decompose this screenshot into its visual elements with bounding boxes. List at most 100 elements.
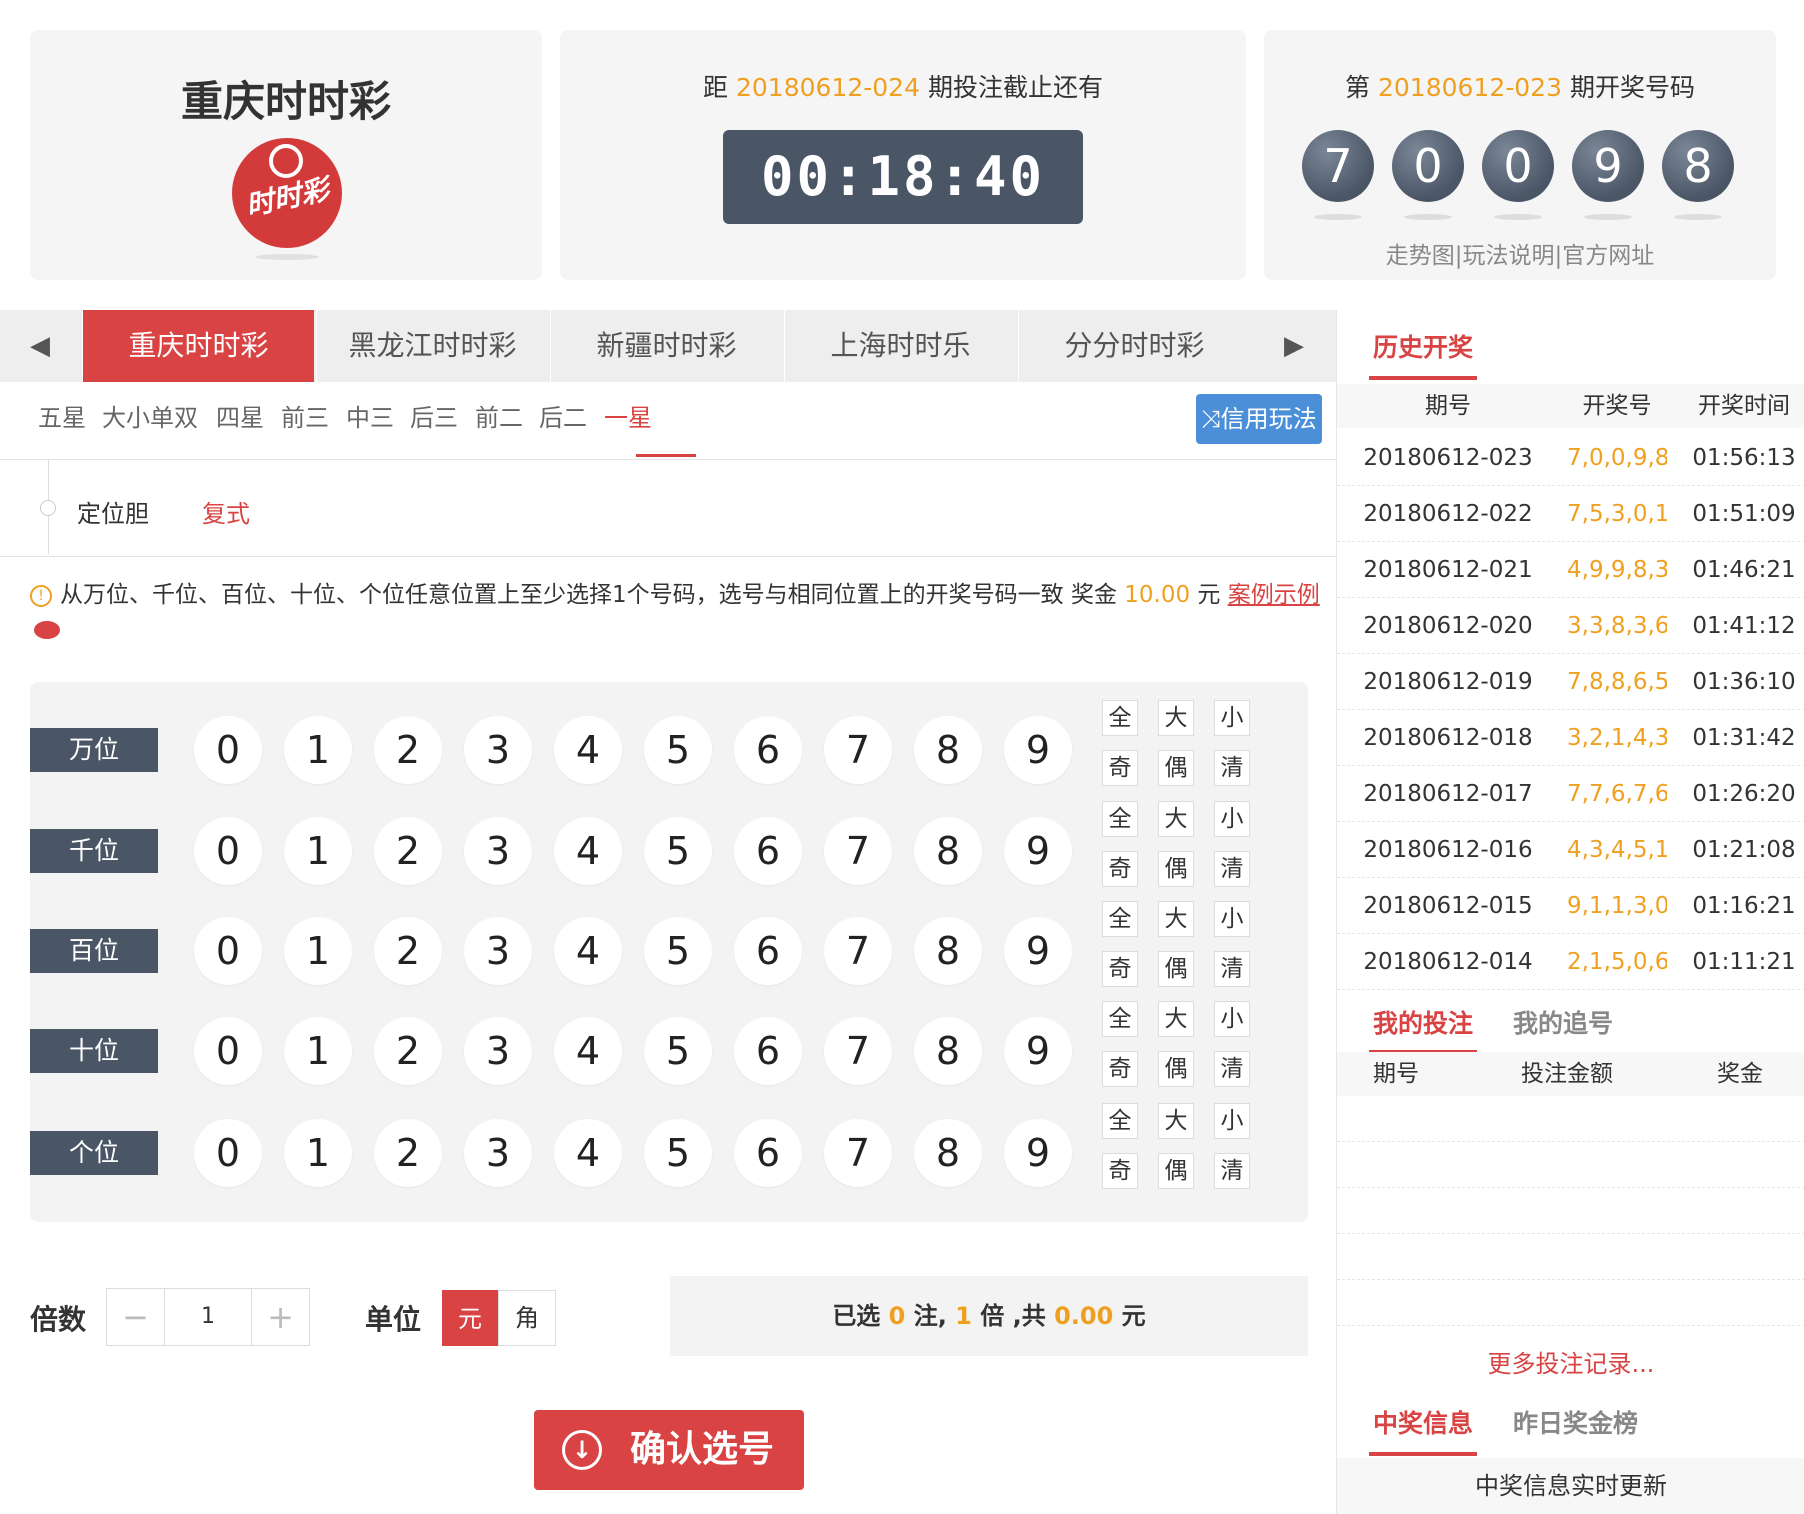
digit-ball[interactable]: 0 — [194, 1119, 262, 1187]
quick-select-button[interactable]: 奇 — [1102, 1051, 1138, 1087]
digit-ball[interactable]: 5 — [644, 1017, 712, 1085]
quick-select-button[interactable]: 清 — [1214, 1153, 1250, 1189]
digit-ball[interactable]: 5 — [644, 917, 712, 985]
digit-ball[interactable]: 7 — [824, 917, 892, 985]
digit-ball[interactable]: 8 — [914, 1017, 982, 1085]
more-bets-link[interactable]: 更多投注记录... — [1337, 1344, 1804, 1379]
subtab-back-two[interactable]: 后二 — [539, 398, 587, 433]
tab-shanghai[interactable]: 上海时时乐 — [784, 310, 1016, 382]
digit-ball[interactable]: 8 — [914, 716, 982, 784]
digit-ball[interactable]: 8 — [914, 917, 982, 985]
trend-chart-link[interactable]: 走势图 — [1386, 243, 1455, 269]
quick-select-button[interactable]: 小 — [1214, 1001, 1250, 1037]
quick-select-button[interactable]: 大 — [1158, 1103, 1194, 1139]
digit-ball[interactable]: 1 — [284, 817, 352, 885]
quick-select-button[interactable]: 小 — [1214, 801, 1250, 837]
confirm-selection-button[interactable]: ↓ 确认选号 — [534, 1410, 804, 1490]
digit-ball[interactable]: 4 — [554, 1017, 622, 1085]
quick-select-button[interactable]: 清 — [1214, 1051, 1250, 1087]
subtab-front-two[interactable]: 前二 — [475, 398, 523, 433]
quick-select-button[interactable]: 小 — [1214, 1103, 1250, 1139]
example-link[interactable]: 案例示例 — [1228, 582, 1320, 608]
unit-yuan-button[interactable]: 元 — [442, 1290, 498, 1346]
tab-history[interactable]: 历史开奖 — [1373, 328, 1473, 364]
quick-select-button[interactable]: 偶 — [1158, 851, 1194, 887]
tab-fenfen[interactable]: 分分时时彩 — [1018, 310, 1250, 382]
subtab-five-star[interactable]: 五星 — [38, 398, 86, 433]
digit-ball[interactable]: 9 — [1004, 1017, 1072, 1085]
rules-link[interactable]: 玩法说明 — [1463, 243, 1555, 269]
digit-ball[interactable]: 3 — [464, 1017, 532, 1085]
digit-ball[interactable]: 8 — [914, 817, 982, 885]
quick-select-button[interactable]: 奇 — [1102, 750, 1138, 786]
official-site-link[interactable]: 官方网址 — [1562, 243, 1654, 269]
mode-dingwei[interactable]: 定位胆 — [77, 494, 149, 529]
digit-ball[interactable]: 3 — [464, 1119, 532, 1187]
quick-select-button[interactable]: 偶 — [1158, 951, 1194, 987]
digit-ball[interactable]: 6 — [734, 1017, 802, 1085]
digit-ball[interactable]: 5 — [644, 716, 712, 784]
digit-ball[interactable]: 8 — [914, 1119, 982, 1187]
plus-button[interactable]: + — [251, 1289, 309, 1345]
quick-select-button[interactable]: 小 — [1214, 901, 1250, 937]
digit-ball[interactable]: 4 — [554, 917, 622, 985]
subtab-front-three[interactable]: 前三 — [281, 398, 329, 433]
quick-select-button[interactable]: 奇 — [1102, 951, 1138, 987]
quick-select-button[interactable]: 奇 — [1102, 851, 1138, 887]
digit-ball[interactable]: 4 — [554, 817, 622, 885]
minus-button[interactable]: − — [107, 1289, 165, 1345]
chevron-left-icon[interactable]: ◀ — [0, 310, 80, 382]
quick-select-button[interactable]: 大 — [1158, 801, 1194, 837]
tab-my-bets[interactable]: 我的投注 — [1373, 1004, 1473, 1040]
digit-ball[interactable]: 9 — [1004, 1119, 1072, 1187]
digit-ball[interactable]: 4 — [554, 1119, 622, 1187]
quick-select-button[interactable]: 大 — [1158, 700, 1194, 736]
digit-ball[interactable]: 7 — [824, 817, 892, 885]
quick-select-button[interactable]: 小 — [1214, 700, 1250, 736]
digit-ball[interactable]: 2 — [374, 716, 442, 784]
digit-ball[interactable]: 9 — [1004, 716, 1072, 784]
quick-select-button[interactable]: 偶 — [1158, 1051, 1194, 1087]
digit-ball[interactable]: 0 — [194, 917, 262, 985]
credit-play-button[interactable]: ⤨信用玩法 — [1196, 394, 1322, 444]
digit-ball[interactable]: 2 — [374, 917, 442, 985]
digit-ball[interactable]: 7 — [824, 1119, 892, 1187]
quick-select-button[interactable]: 全 — [1102, 801, 1138, 837]
mode-fushi[interactable]: 复式 — [202, 494, 250, 529]
quick-select-button[interactable]: 清 — [1214, 851, 1250, 887]
tab-yesterday-rank[interactable]: 昨日奖金榜 — [1513, 1404, 1638, 1440]
subtab-one-star[interactable]: 一星 — [604, 398, 652, 433]
chevron-right-icon[interactable]: ▶ — [1254, 310, 1334, 382]
tab-xinjiang[interactable]: 新疆时时彩 — [550, 310, 782, 382]
digit-ball[interactable]: 1 — [284, 1017, 352, 1085]
digit-ball[interactable]: 5 — [644, 817, 712, 885]
quick-select-button[interactable]: 大 — [1158, 901, 1194, 937]
digit-ball[interactable]: 3 — [464, 817, 532, 885]
digit-ball[interactable]: 6 — [734, 1119, 802, 1187]
digit-ball[interactable]: 7 — [824, 716, 892, 784]
digit-ball[interactable]: 1 — [284, 716, 352, 784]
digit-ball[interactable]: 2 — [374, 1119, 442, 1187]
quick-select-button[interactable]: 偶 — [1158, 1153, 1194, 1189]
quick-select-button[interactable]: 清 — [1214, 750, 1250, 786]
tab-heilongjiang[interactable]: 黑龙江时时彩 — [316, 310, 548, 382]
quick-select-button[interactable]: 全 — [1102, 700, 1138, 736]
subtab-middle-three[interactable]: 中三 — [346, 398, 394, 433]
subtab-back-three[interactable]: 后三 — [410, 398, 458, 433]
digit-ball[interactable]: 9 — [1004, 817, 1072, 885]
digit-ball[interactable]: 0 — [194, 817, 262, 885]
digit-ball[interactable]: 3 — [464, 917, 532, 985]
quick-select-button[interactable]: 偶 — [1158, 750, 1194, 786]
quick-select-button[interactable]: 全 — [1102, 901, 1138, 937]
digit-ball[interactable]: 6 — [734, 716, 802, 784]
digit-ball[interactable]: 6 — [734, 917, 802, 985]
digit-ball[interactable]: 2 — [374, 1017, 442, 1085]
digit-ball[interactable]: 1 — [284, 917, 352, 985]
digit-ball[interactable]: 1 — [284, 1119, 352, 1187]
unit-jiao-button[interactable]: 角 — [498, 1290, 556, 1346]
digit-ball[interactable]: 9 — [1004, 917, 1072, 985]
digit-ball[interactable]: 5 — [644, 1119, 712, 1187]
digit-ball[interactable]: 7 — [824, 1017, 892, 1085]
digit-ball[interactable]: 4 — [554, 716, 622, 784]
tab-my-chase[interactable]: 我的追号 — [1513, 1004, 1613, 1040]
